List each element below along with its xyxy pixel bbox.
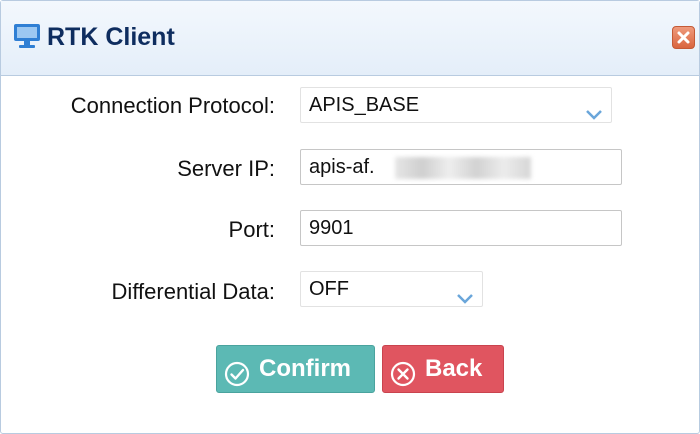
x-circle-icon	[390, 357, 416, 403]
differential-select[interactable]: OFF	[300, 271, 483, 307]
chevron-down-icon	[456, 282, 474, 316]
close-button[interactable]	[672, 26, 695, 49]
differential-value: OFF	[309, 278, 349, 300]
dialog-title: RTK Client	[47, 23, 175, 51]
redacted-blur	[395, 157, 531, 179]
check-circle-icon	[224, 357, 250, 403]
protocol-label: Connection Protocol:	[70, 93, 275, 118]
protocol-value: APIS_BASE	[309, 94, 420, 116]
rtk-client-dialog: RTK Client Connection Protocol: APIS_BAS…	[0, 0, 700, 434]
port-input[interactable]: 9901	[300, 210, 622, 246]
monitor-icon	[12, 21, 42, 56]
back-button[interactable]: Back	[382, 345, 504, 393]
differential-label: Differential Data:	[111, 279, 275, 304]
dialog-titlebar: RTK Client	[1, 1, 699, 76]
server-ip-label: Server IP:	[177, 156, 275, 181]
chevron-down-icon	[585, 98, 603, 132]
port-value: 9901	[309, 217, 354, 239]
confirm-button[interactable]: Confirm	[216, 345, 375, 393]
back-label: Back	[425, 355, 483, 382]
server-ip-input[interactable]: apis-af.	[300, 149, 622, 185]
protocol-select[interactable]: APIS_BASE	[300, 87, 612, 123]
server-ip-value: apis-af.	[309, 156, 375, 178]
confirm-label: Confirm	[259, 355, 351, 382]
port-label: Port:	[228, 217, 275, 242]
close-icon	[677, 31, 690, 44]
